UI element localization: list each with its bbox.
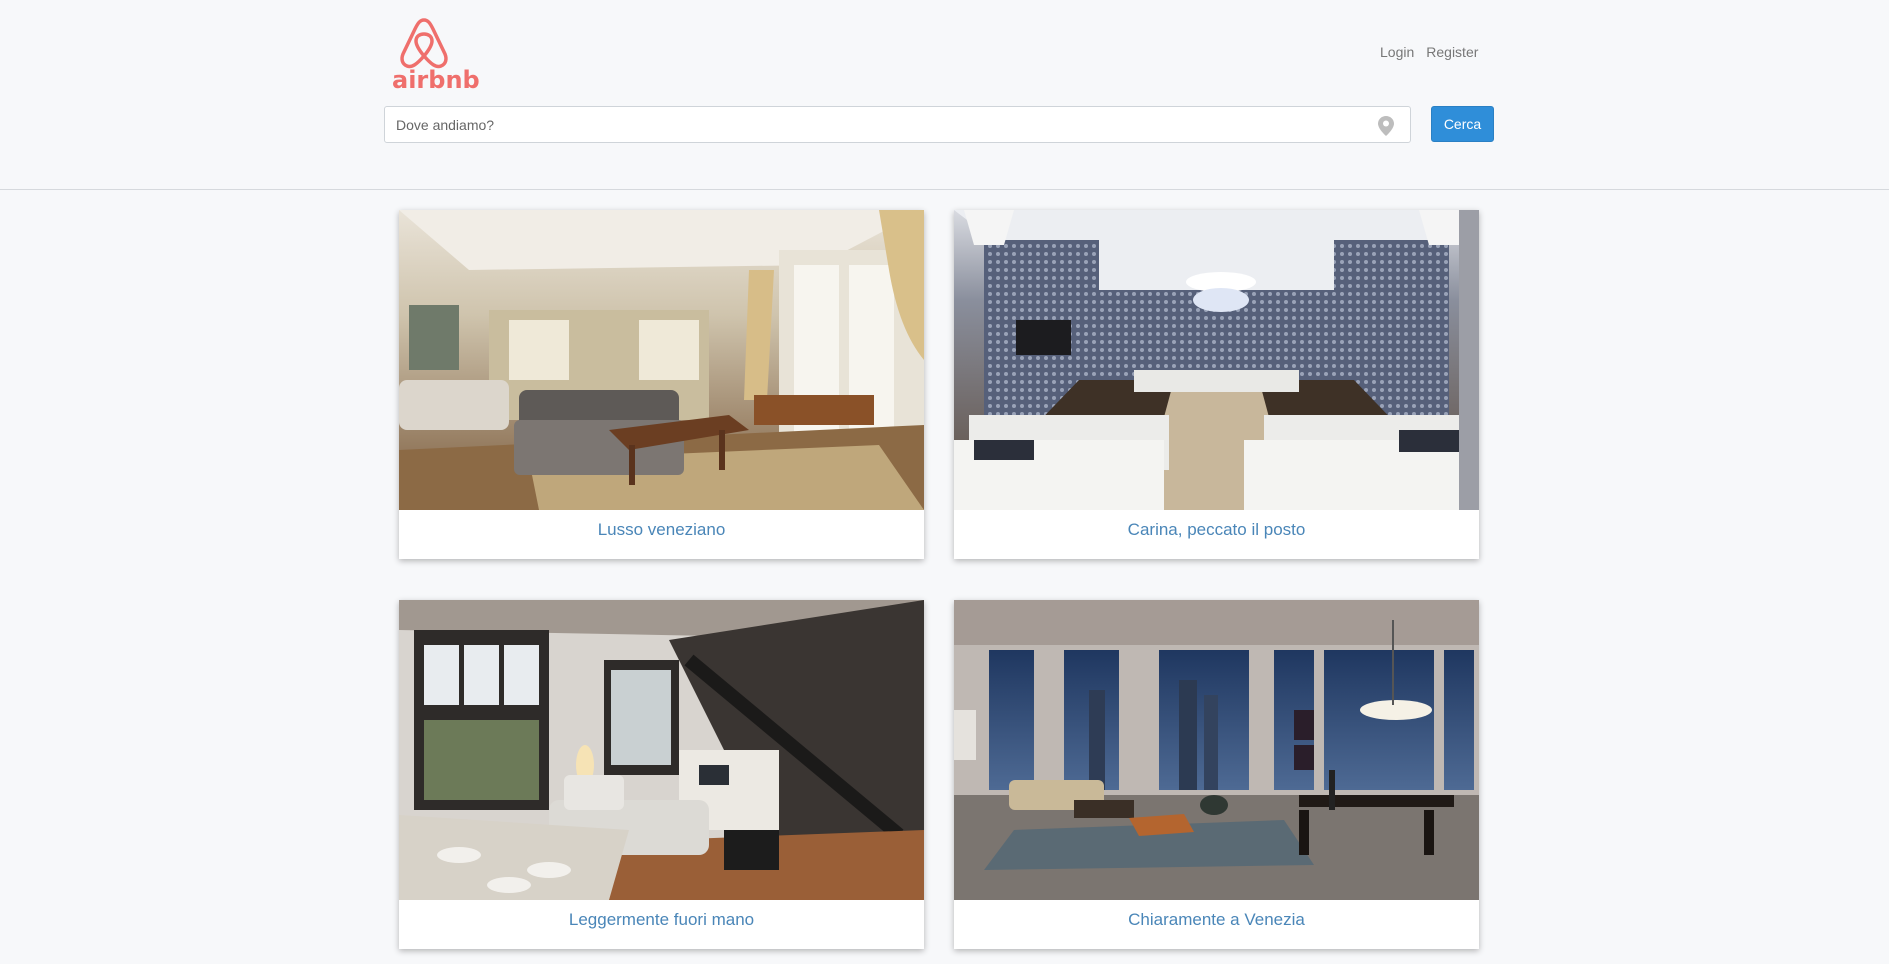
search-field <box>384 106 1411 143</box>
listing-photo[interactable] <box>954 210 1479 510</box>
airbnb-belo-icon <box>400 18 448 69</box>
listing-title[interactable]: Lusso veneziano <box>399 510 924 559</box>
map-pin-icon <box>1378 116 1394 136</box>
listing-card[interactable]: Leggermente fuori mano <box>399 600 924 949</box>
listing-card[interactable]: Lusso veneziano <box>399 210 924 559</box>
listing-photo[interactable] <box>399 600 924 900</box>
brand-wordmark: airbnb <box>392 66 480 94</box>
top-nav: Login Register <box>1380 44 1478 60</box>
listing-title[interactable]: Carina, peccato il posto <box>954 510 1479 559</box>
search-input[interactable] <box>385 107 1410 142</box>
listing-photo[interactable] <box>399 210 924 510</box>
listing-title[interactable]: Chiaramente a Venezia <box>954 900 1479 949</box>
search-button[interactable]: Cerca <box>1431 106 1494 142</box>
listing-card[interactable]: Carina, peccato il posto <box>954 210 1479 559</box>
listing-photo[interactable] <box>954 600 1479 900</box>
login-link[interactable]: Login <box>1380 44 1414 60</box>
register-link[interactable]: Register <box>1426 44 1478 60</box>
listing-card[interactable]: Chiaramente a Venezia <box>954 600 1479 949</box>
site-header: airbnb Login Register Cerca <box>0 0 1889 190</box>
listing-title[interactable]: Leggermente fuori mano <box>399 900 924 949</box>
